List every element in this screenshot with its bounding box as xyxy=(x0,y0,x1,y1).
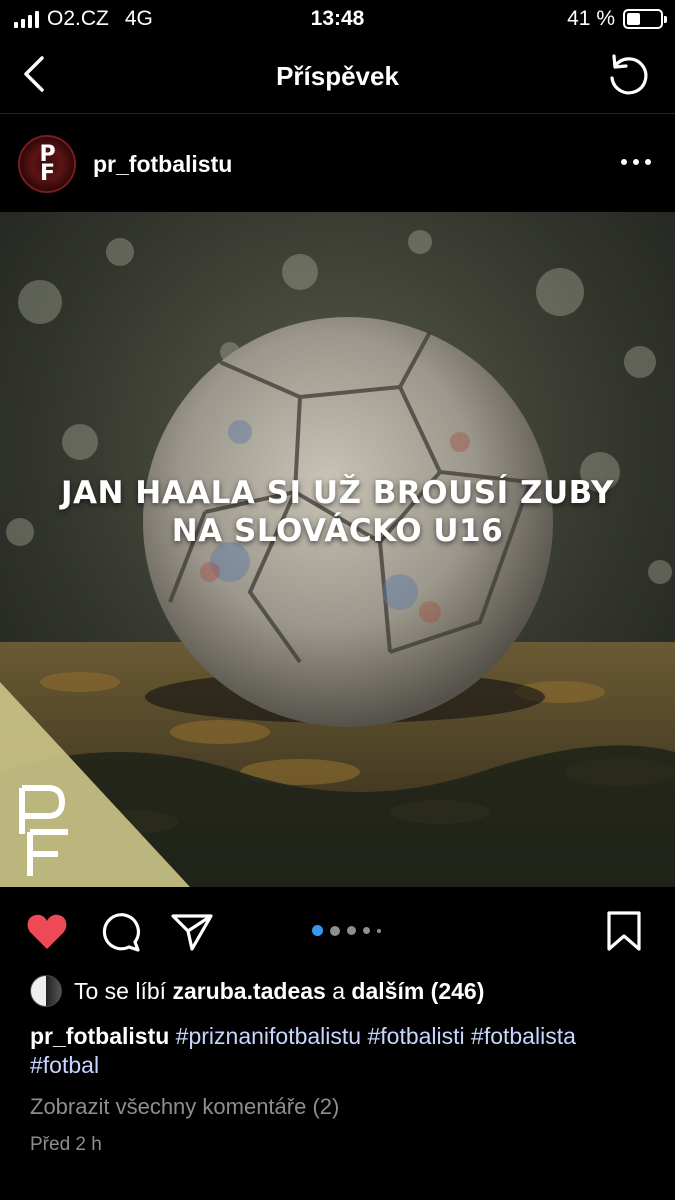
hashtag[interactable]: #fotbalisti xyxy=(367,1023,464,1049)
post-header: PF pr_fotbalistu xyxy=(0,115,675,212)
more-button[interactable] xyxy=(619,150,653,174)
status-right: 41 % xyxy=(567,7,667,31)
refresh-icon xyxy=(610,54,648,95)
caption-username[interactable]: pr_fotbalistu xyxy=(30,1023,169,1049)
comment-button[interactable] xyxy=(98,909,142,953)
carousel-dot xyxy=(330,925,340,936)
username[interactable]: pr_fotbalistu xyxy=(93,151,232,178)
likes-conjunction: a xyxy=(332,977,346,1004)
liker-avatar xyxy=(30,975,62,1007)
share-button[interactable] xyxy=(170,909,214,953)
page-title: Příspěvek xyxy=(276,61,399,91)
bookmark-icon xyxy=(607,911,641,951)
liker-username[interactable]: zaruba.tadeas xyxy=(172,978,325,1005)
carousel-indicator xyxy=(312,925,381,936)
comment-icon xyxy=(102,913,140,952)
carousel-dot xyxy=(363,927,370,934)
pf-watermark-logo xyxy=(19,785,68,876)
like-button[interactable] xyxy=(25,909,69,953)
more-horizontal-icon xyxy=(621,159,651,165)
save-button[interactable] xyxy=(602,909,646,953)
likes-summary[interactable]: To se líbí zaruba.tadeas a dalším (246) xyxy=(30,975,484,1007)
battery-percent: 41 % xyxy=(567,7,615,30)
nav-bar: Příspěvek xyxy=(0,40,675,114)
carousel-dot xyxy=(347,926,356,935)
avatar-logo: PF xyxy=(39,142,55,186)
avatar[interactable]: PF xyxy=(18,135,76,193)
image-headline: JAN HAALA SI UŽ BROUSÍ ZUBY NA SLOVÁCKO … xyxy=(60,475,615,549)
likes-count[interactable]: dalším (246) xyxy=(351,978,484,1005)
send-icon xyxy=(171,914,213,951)
refresh-button[interactable] xyxy=(605,52,653,100)
caption: pr_fotbalistu #priznanifotbalistu #fotba… xyxy=(30,1022,650,1080)
battery-icon xyxy=(623,9,667,29)
hashtag[interactable]: #fotbalista xyxy=(471,1023,576,1049)
post-image[interactable]: JAN HAALA SI UŽ BROUSÍ ZUBY NA SLOVÁCKO … xyxy=(0,212,675,887)
carousel-dot xyxy=(312,925,323,936)
view-comments-link[interactable]: Zobrazit všechny komentáře (2) xyxy=(30,1094,339,1120)
hashtag[interactable]: #fotbal xyxy=(30,1052,99,1078)
hashtag[interactable]: #priznanifotbalistu xyxy=(176,1023,361,1049)
action-bar xyxy=(0,887,675,973)
status-bar: O2.CZ 4G 13:48 41 % xyxy=(0,0,675,40)
likes-prefix: To se líbí xyxy=(74,977,167,1004)
heart-icon xyxy=(27,914,67,949)
post-timestamp: Před 2 h xyxy=(30,1134,102,1155)
carousel-dot xyxy=(377,928,381,933)
